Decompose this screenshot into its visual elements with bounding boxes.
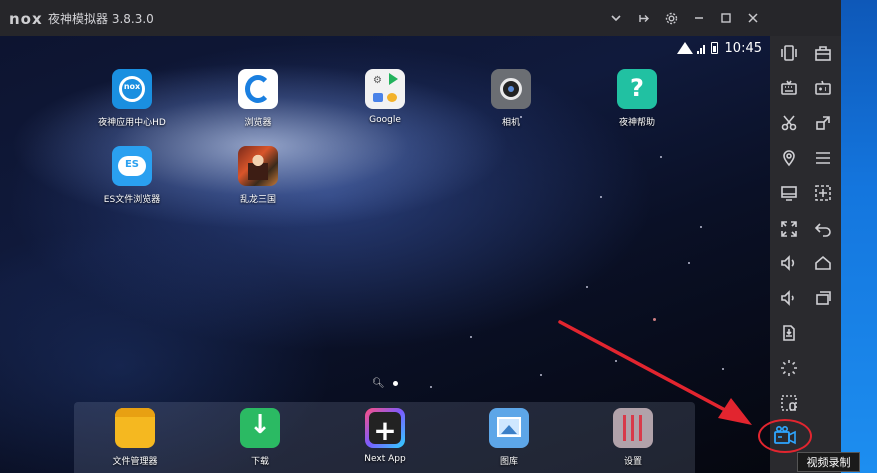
android-screen[interactable]: 10:45 nox 夜神应用中心HD 浏览器 ⚙ Google 相机 ? 夜神帮… xyxy=(0,36,770,473)
camera-icon xyxy=(491,69,531,109)
app-label: 乱龙三国 xyxy=(239,195,276,205)
battery-icon xyxy=(710,42,718,54)
app-nox-app-center[interactable]: nox 夜神应用中心HD xyxy=(87,69,177,128)
settings-icon xyxy=(613,408,653,448)
app-label: 文件管理器 xyxy=(112,457,158,467)
fullscreen-icon[interactable] xyxy=(776,216,802,242)
app-label: 浏览器 xyxy=(244,118,272,128)
app-label: 夜神帮助 xyxy=(618,118,655,128)
folder-icon xyxy=(115,408,155,448)
location-icon[interactable] xyxy=(776,145,802,171)
toolbox-icon[interactable] xyxy=(810,40,836,66)
minimize-button[interactable] xyxy=(690,9,708,27)
app-label: 下载 xyxy=(250,457,269,467)
windows-desktop-strip xyxy=(841,0,877,473)
app-google[interactable]: ⚙ Google xyxy=(340,69,430,125)
dock-app-download[interactable]: ↓ 下载 xyxy=(210,408,310,467)
menu-icon[interactable] xyxy=(810,145,836,171)
gallery-icon xyxy=(489,408,529,448)
dock-app-settings[interactable]: 设置 xyxy=(583,408,683,467)
close-button[interactable] xyxy=(744,9,762,27)
app-label: 设置 xyxy=(623,457,642,467)
app-es-file[interactable]: ES ES文件浏览器 xyxy=(87,146,177,205)
app-label: Next App xyxy=(364,454,406,464)
resize-icon[interactable] xyxy=(810,110,836,136)
maximize-button[interactable] xyxy=(717,9,735,27)
download-icon: ↓ xyxy=(240,408,280,448)
side-toolbar xyxy=(770,36,841,473)
app-camera[interactable]: 相机 xyxy=(466,69,556,128)
next-app-icon: + xyxy=(365,408,405,448)
app-label: 图库 xyxy=(499,457,518,467)
back-icon[interactable] xyxy=(810,216,836,242)
volume-up-icon[interactable] xyxy=(776,250,802,276)
app-label: 相机 xyxy=(501,118,520,128)
recent-apps-icon[interactable] xyxy=(810,285,836,311)
browser-icon xyxy=(238,69,278,109)
dock-app-next-app[interactable]: + Next App xyxy=(335,408,435,464)
app-title: 夜神模拟器 3.8.3.0 xyxy=(48,12,154,26)
help-icon: ? xyxy=(617,69,657,109)
apk-install-icon[interactable] xyxy=(776,320,802,346)
app-browser[interactable]: 浏览器 xyxy=(213,69,303,128)
annotation-circle xyxy=(758,419,812,453)
app-label: Google xyxy=(369,115,401,125)
dock-app-gallery[interactable]: 图库 xyxy=(459,408,559,467)
search-icon[interactable]: 🔍︎ xyxy=(372,378,385,389)
shake-icon[interactable] xyxy=(776,40,802,66)
screen-icon[interactable] xyxy=(776,180,802,206)
keyboard-icon[interactable] xyxy=(776,75,802,101)
nox-logo: nox xyxy=(9,10,43,28)
volume-down-icon[interactable] xyxy=(776,285,802,311)
page-dot xyxy=(392,381,398,386)
loading-icon[interactable] xyxy=(776,355,802,381)
wifi-icon xyxy=(676,42,693,54)
app-nox-help[interactable]: ? 夜神帮助 xyxy=(592,69,682,128)
dock: 文件管理器 ↓ 下载 + Next App 图库 设置 xyxy=(74,402,695,473)
toolbar-header xyxy=(770,0,841,36)
gamepad-icon[interactable] xyxy=(810,75,836,101)
page-indicator[interactable]: 🔍︎ xyxy=(372,378,398,389)
app-game[interactable]: 乱龙三国 xyxy=(213,146,303,205)
gear-icon[interactable] xyxy=(662,9,680,27)
status-bar: 10:45 xyxy=(676,40,762,56)
dock-app-file-manager[interactable]: 文件管理器 xyxy=(85,408,185,467)
add-icon[interactable] xyxy=(810,180,836,206)
clock: 10:45 xyxy=(724,40,762,56)
google-folder-icon: ⚙ xyxy=(365,69,405,109)
title-bar: nox 夜神模拟器 3.8.3.0 xyxy=(0,0,770,36)
signal-icon xyxy=(696,43,707,54)
pin-icon[interactable] xyxy=(635,9,653,27)
nox-app-center-icon: nox xyxy=(112,69,152,109)
app-label: ES文件浏览器 xyxy=(103,195,161,205)
app-label: 夜神应用中心HD xyxy=(98,118,166,128)
emulator-window: nox 夜神模拟器 3.8.3.0 10:45 nox 夜神应用中心HD 浏览器… xyxy=(0,0,877,473)
scissors-icon[interactable] xyxy=(776,110,802,136)
home-icon[interactable] xyxy=(810,250,836,276)
es-file-explorer-icon: ES xyxy=(112,146,152,186)
macro-icon[interactable] xyxy=(776,390,802,416)
tooltip: 视频录制 xyxy=(797,452,860,472)
game-icon xyxy=(238,146,278,186)
chevron-down-icon[interactable] xyxy=(607,9,625,27)
